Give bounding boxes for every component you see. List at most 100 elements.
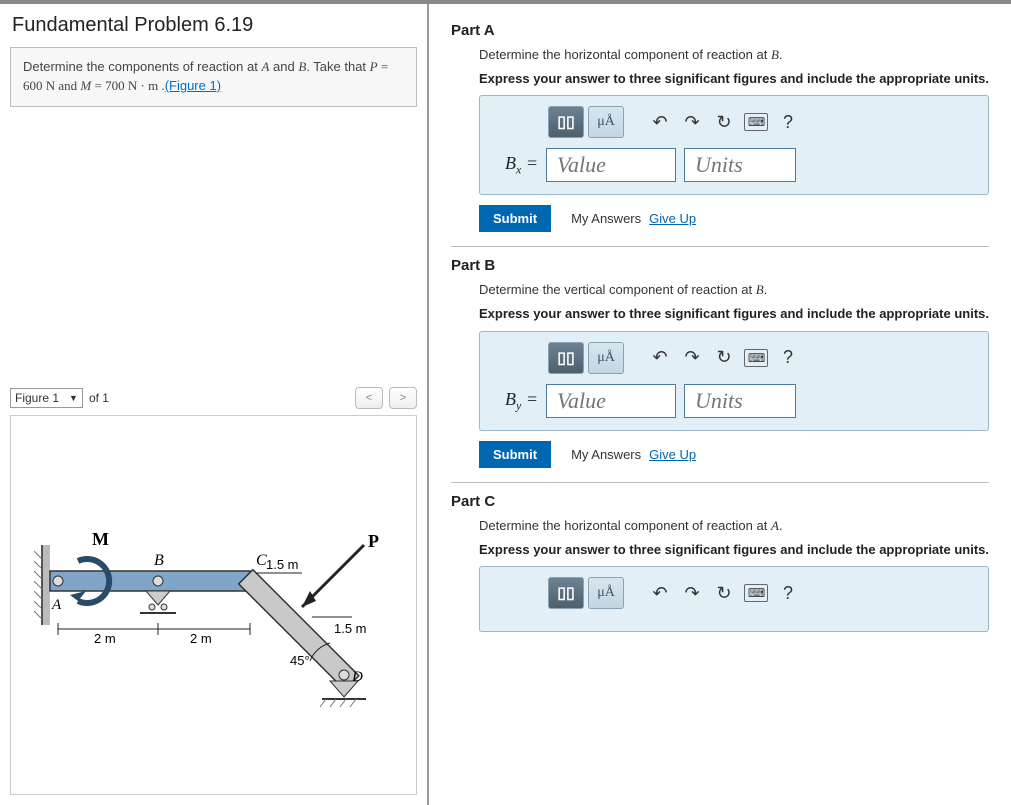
- part-C-title: Part C: [451, 493, 989, 510]
- part-A-giveup[interactable]: Give Up: [649, 211, 696, 226]
- help-icon: ?: [783, 347, 793, 368]
- units-helper-icon: μÅ: [597, 350, 615, 366]
- part-B-my-answers[interactable]: My Answers: [571, 447, 641, 462]
- part-A-submit-button[interactable]: Submit: [479, 205, 551, 232]
- part-B-units-input[interactable]: [684, 384, 796, 418]
- template-button[interactable]: ▯▯: [548, 106, 584, 138]
- units-helper-icon: μÅ: [597, 585, 615, 601]
- part-C-instr: Express your answer to three significant…: [479, 541, 989, 559]
- help-button[interactable]: ?: [774, 108, 802, 136]
- part-C: Part C Determine the horizontal componen…: [451, 493, 989, 632]
- chevron-down-icon: ▼: [69, 393, 78, 403]
- figure-selected-label: Figure 1: [15, 391, 59, 405]
- figure-next-button[interactable]: >: [389, 387, 417, 409]
- undo-button[interactable]: ↶: [646, 108, 674, 136]
- var-M: M: [80, 78, 91, 93]
- part-B-desc-var: B: [756, 282, 764, 297]
- fig-label-D: D: [351, 669, 363, 685]
- stmt-text: Determine the components of reaction at: [23, 59, 261, 74]
- units-helper-button[interactable]: μÅ: [588, 577, 624, 609]
- redo-button[interactable]: ↷: [678, 108, 706, 136]
- units-helper-button[interactable]: μÅ: [588, 342, 624, 374]
- part-B-desc-pre: Determine the vertical component of reac…: [479, 282, 756, 297]
- var-P: P: [370, 59, 378, 74]
- part-A-desc: Determine the horizontal component of re…: [479, 47, 989, 64]
- figure-count: of 1: [89, 391, 109, 405]
- M-eq: = 700 N · m .: [91, 78, 164, 93]
- part-C-desc-pre: Determine the horizontal component of re…: [479, 518, 771, 533]
- reset-icon: ↻: [716, 347, 731, 368]
- part-C-desc-var: A: [771, 518, 779, 533]
- part-C-desc-post: .: [779, 518, 783, 533]
- keyboard-button[interactable]: ⌨: [742, 344, 770, 372]
- part-A-instr: Express your answer to three significant…: [479, 70, 989, 88]
- part-A-units-input[interactable]: [684, 148, 796, 182]
- problem-title: Fundamental Problem 6.19: [12, 14, 417, 37]
- part-A-var-label: Bx =: [496, 153, 538, 178]
- undo-icon: ↶: [652, 112, 667, 133]
- reset-icon: ↻: [716, 583, 731, 604]
- stmt-suffix: . Take that: [306, 59, 369, 74]
- reset-icon: ↻: [716, 112, 731, 133]
- part-B-var-label: By =: [496, 389, 538, 414]
- part-A-title: Part A: [451, 22, 989, 39]
- help-icon: ?: [783, 112, 793, 133]
- figure-select[interactable]: Figure 1 ▼: [10, 388, 83, 408]
- fig-angle: 45°: [290, 653, 310, 668]
- part-A-value-input[interactable]: [546, 148, 676, 182]
- reset-button[interactable]: ↻: [710, 344, 738, 372]
- undo-icon: ↶: [652, 583, 667, 604]
- keyboard-button[interactable]: ⌨: [742, 579, 770, 607]
- part-C-answer-box: ▯▯ μÅ ↶ ↷ ↻ ⌨ ?: [479, 566, 989, 632]
- figure-prev-button[interactable]: <: [355, 387, 383, 409]
- fig-label-B: B: [154, 552, 164, 569]
- help-button[interactable]: ?: [774, 344, 802, 372]
- fig-label-A: A: [51, 597, 62, 613]
- part-A-answer-box: ▯▯ μÅ ↶ ↷ ↻ ⌨ ? Bx =: [479, 95, 989, 195]
- fig-dim-3: 1.5 m: [266, 557, 299, 572]
- fig-dim-1: 2 m: [94, 631, 116, 646]
- redo-button[interactable]: ↷: [678, 344, 706, 372]
- redo-button[interactable]: ↷: [678, 579, 706, 607]
- undo-button[interactable]: ↶: [646, 579, 674, 607]
- keyboard-button[interactable]: ⌨: [742, 108, 770, 136]
- part-A-my-answers[interactable]: My Answers: [571, 211, 641, 226]
- part-B-sub: y: [516, 398, 521, 412]
- part-A-desc-post: .: [779, 47, 783, 62]
- part-A-desc-pre: Determine the horizontal component of re…: [479, 47, 771, 62]
- help-icon: ?: [783, 583, 793, 604]
- keyboard-icon: ⌨: [744, 349, 768, 367]
- part-B-var: B: [505, 389, 516, 409]
- help-button[interactable]: ?: [774, 579, 802, 607]
- stmt-and: and: [269, 59, 298, 74]
- part-B: Part B Determine the vertical component …: [451, 257, 989, 467]
- figure-link[interactable]: (Figure 1): [165, 78, 221, 93]
- reset-button[interactable]: ↻: [710, 579, 738, 607]
- part-A-sub: x: [516, 163, 521, 177]
- units-helper-button[interactable]: μÅ: [588, 106, 624, 138]
- fig-dim-4: 1.5 m: [334, 621, 367, 636]
- fig-label-P: P: [368, 531, 379, 551]
- separator: [451, 246, 989, 247]
- part-B-answer-box: ▯▯ μÅ ↶ ↷ ↻ ⌨ ? By =: [479, 331, 989, 431]
- template-button[interactable]: ▯▯: [548, 577, 584, 609]
- problem-statement: Determine the components of reaction at …: [10, 47, 417, 107]
- part-B-giveup[interactable]: Give Up: [649, 447, 696, 462]
- part-B-value-input[interactable]: [546, 384, 676, 418]
- undo-icon: ↶: [652, 347, 667, 368]
- part-B-instr: Express your answer to three significant…: [479, 305, 989, 323]
- keyboard-icon: ⌨: [744, 113, 768, 131]
- reset-button[interactable]: ↻: [710, 108, 738, 136]
- figure-area: M B C P A D 2 m 2 m 1.5 m 1.5 m 45°: [10, 415, 417, 795]
- redo-icon: ↷: [684, 583, 699, 604]
- part-A-desc-var: B: [771, 47, 779, 62]
- undo-button[interactable]: ↶: [646, 344, 674, 372]
- template-icon: ▯▯: [557, 583, 575, 603]
- part-A-var: B: [505, 153, 516, 173]
- fig-label-M: M: [92, 529, 109, 549]
- template-icon: ▯▯: [557, 348, 575, 368]
- redo-icon: ↷: [684, 347, 699, 368]
- template-button[interactable]: ▯▯: [548, 342, 584, 374]
- redo-icon: ↷: [684, 112, 699, 133]
- part-B-submit-button[interactable]: Submit: [479, 441, 551, 468]
